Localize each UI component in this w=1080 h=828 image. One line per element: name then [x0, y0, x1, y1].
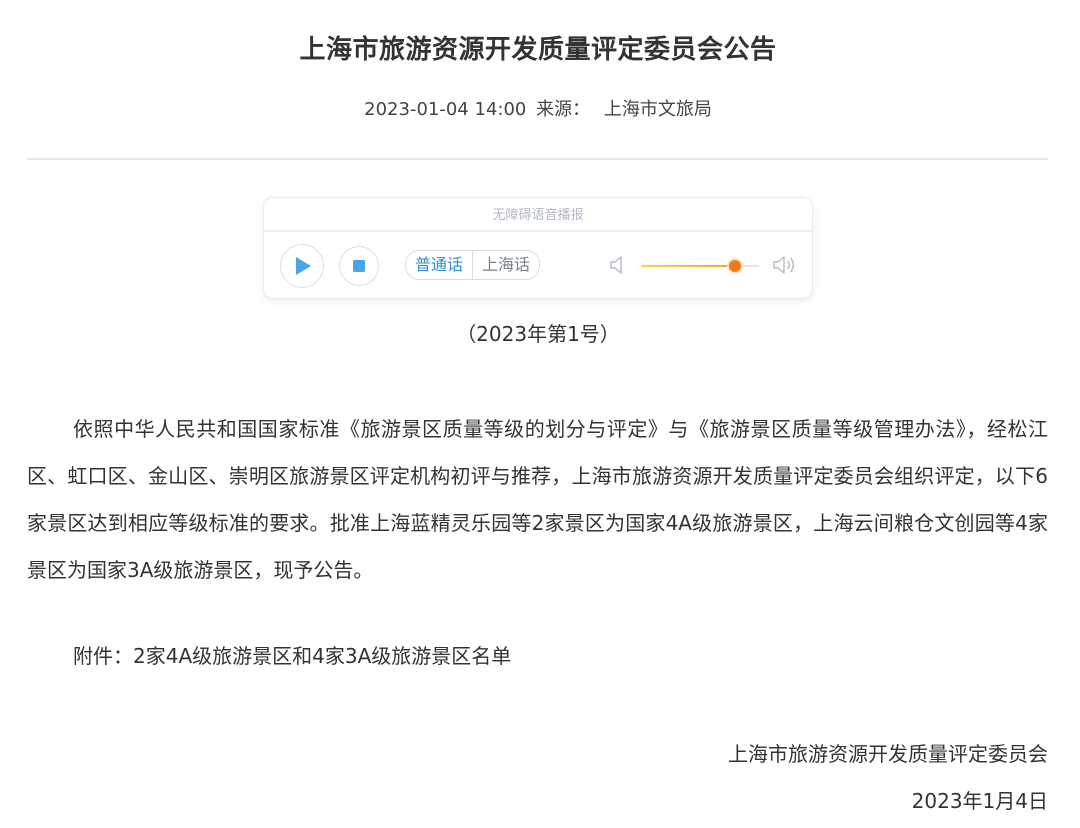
- attachment-line: 附件：2家4A级旅游景区和4家3A级旅游景区名单: [73, 644, 512, 668]
- source-value: 上海市文旅局: [603, 99, 712, 120]
- title-divider: [27, 158, 1048, 160]
- source-label: 来源：: [536, 99, 591, 120]
- signature-block: 上海市旅游资源开发质量评定委员会 2023年1月4日: [728, 731, 1048, 825]
- dialect-option-mandarin[interactable]: 普通话: [406, 251, 474, 279]
- stop-button[interactable]: [339, 246, 379, 286]
- article-body-paragraph: 依照中华人民共和国国家标准《旅游景区质量等级的划分与评定》与《旅游景区质量等级管…: [27, 417, 1048, 582]
- audio-progress-bar[interactable]: [264, 230, 812, 232]
- page-title: 上海市旅游资源开发质量评定委员会公告: [299, 35, 777, 65]
- volume-slider[interactable]: [641, 260, 759, 272]
- dialect-selector: 普通话 上海话: [405, 250, 541, 280]
- signature-organization: 上海市旅游资源开发质量评定委员会: [728, 742, 1048, 766]
- audio-player: 无障碍语音播报 普通话 上海话: [263, 197, 813, 299]
- audio-player-header: 无障碍语音播报: [492, 208, 584, 223]
- dialect-option-shanghainese[interactable]: 上海话: [473, 251, 539, 279]
- play-button[interactable]: [280, 244, 324, 288]
- volume-slider-knob[interactable]: [729, 260, 742, 272]
- document-number: （2023年第1号）: [456, 322, 620, 346]
- play-icon: [296, 257, 311, 275]
- signature-date: 2023年1月4日: [911, 789, 1048, 813]
- volume-slider-fill: [641, 265, 736, 267]
- publish-datetime: 2023-01-04 14:00: [364, 99, 527, 120]
- volume-low-icon[interactable]: [609, 255, 625, 275]
- volume-high-icon[interactable]: [772, 254, 798, 276]
- article-meta: 2023-01-04 14:00 来源： 上海市文旅局: [0, 96, 1076, 124]
- stop-icon: [353, 260, 365, 272]
